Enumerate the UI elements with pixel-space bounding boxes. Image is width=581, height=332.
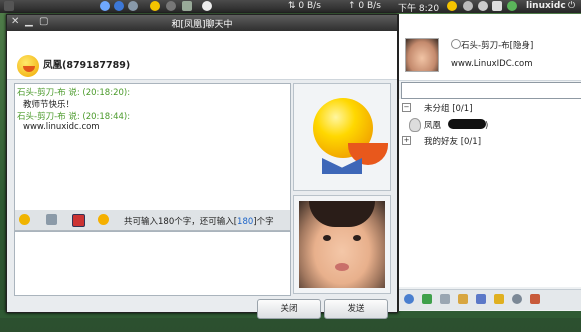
status-icon[interactable] bbox=[451, 39, 461, 49]
chat-header: 凤凰(879187789) bbox=[7, 31, 397, 80]
chat-titlebar[interactable]: ✕ ▁ ▢ 和[凤凰]聊天中 bbox=[7, 15, 397, 31]
buddy-toolbar bbox=[399, 289, 581, 310]
photo-hair bbox=[309, 201, 375, 227]
clock[interactable]: 下午 8:20 bbox=[398, 1, 439, 14]
send-button[interactable]: 发送 bbox=[324, 299, 388, 319]
add-icon[interactable] bbox=[422, 294, 432, 304]
group-label[interactable]: 我的好友 [0/1] bbox=[424, 135, 481, 147]
redacted-mark bbox=[448, 119, 486, 129]
top-panel: ⇅ 0 B/s ↑ 0 B/s 下午 8:20 linuxidc ⏻ bbox=[0, 0, 581, 14]
my-signature[interactable]: www.LinuxIDC.com bbox=[451, 59, 533, 69]
message-item: 石头-剪刀-布 说: (20:18:20): 教师节快乐！ bbox=[15, 86, 290, 110]
image-viewer-icon[interactable] bbox=[182, 1, 192, 11]
buddy-tree: − 未分组 [0/1] 凤凰) + 我的好友 [0/1] bbox=[399, 99, 581, 287]
qq-tray-icon[interactable] bbox=[447, 1, 457, 11]
photo-eye bbox=[353, 235, 361, 241]
message-item: 石头-剪刀-布 说: (20:18:44): www.linuxidc.com bbox=[15, 110, 290, 132]
message-header: 石头-剪刀-布 说: (20:18:44): bbox=[17, 112, 131, 122]
char-remaining: 180 bbox=[237, 217, 254, 227]
contact-avatar-panel bbox=[293, 83, 391, 191]
update-icon[interactable] bbox=[507, 1, 517, 11]
browser-icon[interactable] bbox=[100, 1, 110, 11]
penguin-icon[interactable] bbox=[202, 1, 212, 11]
chat-window: ✕ ▁ ▢ 和[凤凰]聊天中 凤凰(879187789) 石头-剪刀-布 说: … bbox=[6, 14, 398, 319]
username-label[interactable]: linuxidc bbox=[526, 1, 566, 11]
message-body: www.linuxidc.com bbox=[23, 122, 100, 132]
close-button[interactable]: 关闭 bbox=[257, 299, 321, 319]
baby-photo bbox=[299, 201, 385, 288]
wink-icon[interactable] bbox=[98, 214, 109, 225]
expand-icon[interactable]: + bbox=[402, 136, 411, 145]
smiley-mouth bbox=[348, 143, 388, 165]
message-icon[interactable] bbox=[440, 294, 450, 304]
app-icon[interactable] bbox=[128, 1, 138, 11]
network-icon[interactable] bbox=[478, 1, 488, 11]
net-up-label: ↑ 0 B/s bbox=[348, 1, 381, 11]
mail-icon[interactable] bbox=[458, 294, 468, 304]
photo-eye bbox=[323, 235, 331, 241]
qq-smiley-large-icon bbox=[313, 98, 388, 165]
photo-mouth bbox=[335, 263, 349, 271]
home-icon[interactable] bbox=[530, 294, 540, 304]
qq-smiley-avatar-icon bbox=[17, 55, 39, 77]
screenshot-icon[interactable] bbox=[46, 214, 57, 225]
star-icon[interactable] bbox=[494, 294, 504, 304]
my-avatar[interactable] bbox=[405, 38, 439, 72]
message-list: 石头-剪刀-布 说: (20:18:20): 教师节快乐！ 石头-剪刀-布 说:… bbox=[15, 84, 290, 132]
contact-name: 凤凰(879187789) bbox=[43, 60, 131, 71]
message-history[interactable]: 石头-剪刀-布 说: (20:18:20): 教师节快乐！ 石头-剪刀-布 说:… bbox=[14, 83, 291, 211]
volume-icon[interactable] bbox=[463, 1, 473, 11]
globe-icon[interactable] bbox=[114, 1, 124, 11]
power-icon[interactable]: ⏻ bbox=[568, 1, 575, 11]
font-icon[interactable] bbox=[72, 214, 85, 227]
menu-icon[interactable] bbox=[4, 1, 14, 11]
collapse-icon[interactable]: − bbox=[402, 103, 411, 112]
my-name: 石头-剪刀-布[隐身] bbox=[461, 41, 534, 51]
search-input[interactable] bbox=[401, 82, 581, 99]
my-profile: 石头-剪刀-布[隐身] www.LinuxIDC.com bbox=[399, 14, 581, 81]
input-toolbar: 共可输入180个字，还可输入[180]个字 bbox=[14, 210, 291, 231]
message-input[interactable] bbox=[14, 231, 291, 296]
my-photo-panel bbox=[293, 195, 391, 294]
buddy-list-panel: 石头-剪刀-布[隐身] www.LinuxIDC.com − 未分组 [0/1]… bbox=[398, 14, 581, 311]
chat-window-title: 和[凤凰]聊天中 bbox=[171, 20, 233, 30]
net-down-label: ⇅ 0 B/s bbox=[288, 1, 321, 11]
settings-icon[interactable] bbox=[404, 294, 414, 304]
group-icon[interactable] bbox=[476, 294, 486, 304]
qq-smiley-icon[interactable] bbox=[150, 1, 160, 11]
emoticon-icon[interactable] bbox=[19, 214, 30, 225]
user-avatar-icon[interactable] bbox=[492, 1, 502, 11]
search-icon[interactable] bbox=[512, 294, 522, 304]
terminal-icon[interactable] bbox=[166, 1, 176, 11]
message-body: 教师节快乐！ bbox=[23, 100, 75, 110]
message-header: 石头-剪刀-布 说: (20:18:20): bbox=[17, 88, 131, 98]
group-label[interactable]: 未分组 [0/1] bbox=[424, 102, 473, 114]
penguin-icon bbox=[409, 118, 421, 132]
char-limit-text: 共可输入180个字，还可输入[180]个字 bbox=[124, 217, 274, 227]
